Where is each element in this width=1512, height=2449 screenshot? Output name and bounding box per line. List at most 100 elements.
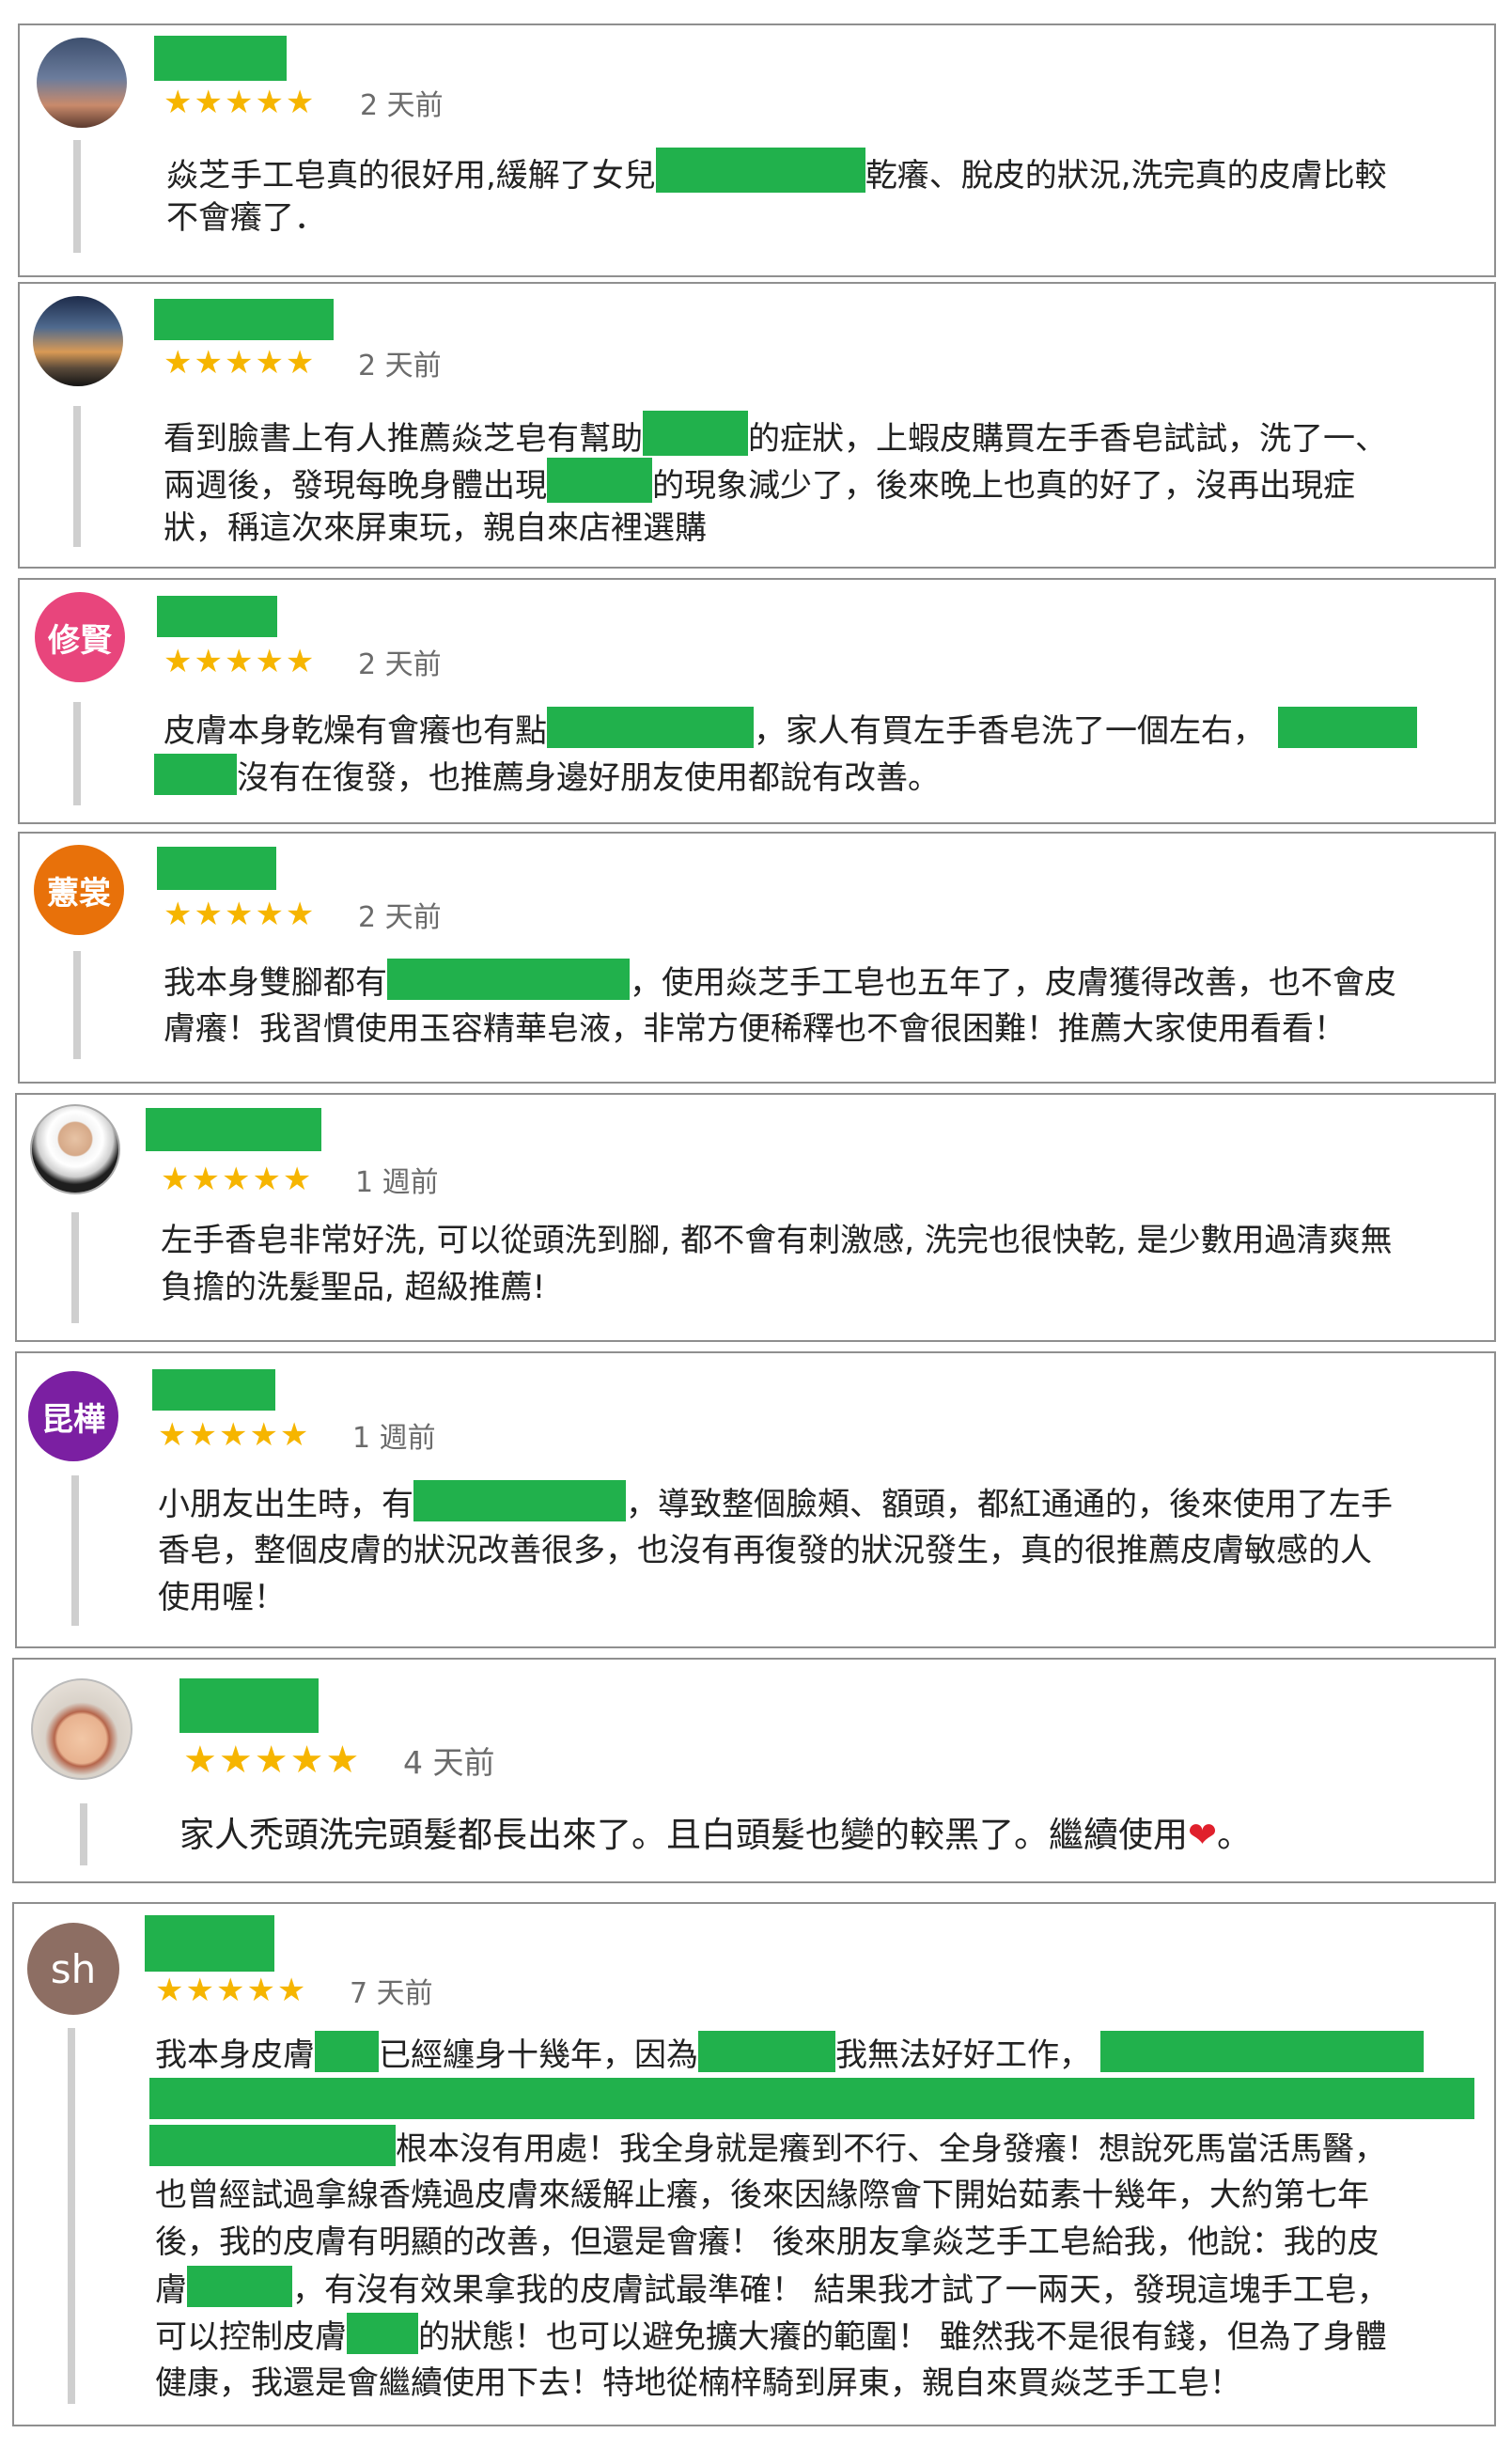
redaction (149, 2078, 1474, 2119)
text-segment: 使用喔！ (158, 1579, 286, 1616)
review-text: 我本身雙腳都有 ，使用焱芝手工皂也五年了，皮膚獲得改善，也不會皮 膚癢！我習慣使用… (164, 959, 1396, 1053)
review-quote-bar (80, 1803, 87, 1865)
text-segment: 香皂，整個皮膚的狀況改善很多，也沒有再復發的狀況發生，真的很推薦皮膚敏感的人 (158, 1532, 1372, 1569)
redaction (655, 148, 865, 193)
reviewer-name-redacted (154, 36, 287, 81)
text-segment: ，導致整個臉頰、額頭，都紅通通的，後來使用了左手 (626, 1486, 1393, 1523)
text-segment: 我本身皮膚 (155, 2036, 315, 2074)
reviewer-name-redacted (145, 1915, 274, 1972)
redaction (413, 1480, 626, 1521)
star-rating: ★★★★★ (155, 1972, 308, 2009)
review-quote-bar (73, 702, 81, 805)
text-segment: 家人禿頭洗完頭髮都長出來了。且白頭髮也變的較黑了。繼續使用 (179, 1815, 1188, 1855)
avatar-initials: 藼裳 (47, 874, 111, 913)
redaction (643, 411, 748, 456)
review-time: 2 天前 (360, 89, 444, 122)
text-segment: 小朋友出生時，有 (158, 1486, 413, 1523)
review-card: 藼裳 ★★★★★ 2 天前 我本身雙腳都有 ，使用焱芝手工皂也五年了，皮膚獲得改善… (18, 832, 1496, 1084)
text-segment: 不會癢了． (166, 199, 326, 237)
text-segment: ，家人有買左手香皂洗了一個左右， (754, 712, 1265, 750)
text-segment: 負擔的洗髮聖品, 超級推薦! (161, 1269, 546, 1306)
heart-icon: ❤ (1188, 1815, 1218, 1855)
reviewer-avatar[interactable]: 修賢 (35, 592, 125, 682)
avatar-initials: 昆樺 (41, 1400, 105, 1439)
star-rating: ★★★★★ (164, 84, 317, 121)
review-text: 小朋友出生時，有 ，導致整個臉頰、額頭，都紅通通的，後來使用了左手 香皂，整個皮膚… (158, 1480, 1393, 1621)
text-segment: 沒有在復發，也推薦身邊好朋友使用都說有改善。 (237, 759, 940, 797)
text-segment: ，使用焱芝手工皂也五年了，皮膚獲得改善，也不會皮 (630, 964, 1396, 1002)
text-segment: 我無法好好工作， (835, 2036, 1091, 2074)
review-card: ★★★★★ 4 天前 家人禿頭洗完頭髮都長出來了。且白頭髮也變的較黑了。繼續使用… (12, 1658, 1496, 1883)
redaction (347, 2313, 418, 2354)
reviewer-name-redacted (157, 596, 277, 637)
redaction (154, 754, 237, 795)
redaction (698, 2031, 835, 2072)
text-segment: 的症狀，上蝦皮購買左手香皂試試，洗了一、 (748, 420, 1387, 458)
reviewer-name-redacted (146, 1108, 321, 1151)
reviewer-name-redacted (157, 847, 276, 890)
review-time: 7 天前 (350, 1977, 433, 2010)
text-segment: 也曾經試過拿線香燒過皮膚來緩解止癢，後來因緣際會下開始茹素十幾年，大約第七年 (155, 2176, 1369, 2214)
text-segment: 皮膚本身乾燥有會癢也有點 (164, 712, 547, 750)
review-quote-bar (73, 951, 81, 1059)
star-rating: ★★★★★ (158, 1416, 311, 1454)
review-text: 我本身皮膚 已經纏身十幾年，因為 我無法好好工作， 根本沒有用處！我全身就是癢到不行… (149, 2031, 1474, 2407)
redaction (149, 2125, 396, 2166)
text-segment: 我本身雙腳都有 (164, 964, 387, 1002)
redaction (387, 959, 630, 1000)
text-segment: 。 (1217, 1815, 1253, 1855)
text-segment: 健康，我還是會繼續使用下去！特地從楠梓騎到屏東，親自來買焱芝手工皂！ (155, 2364, 1241, 2402)
review-quote-bar (71, 1475, 79, 1626)
redaction (547, 458, 652, 503)
text-segment: 根本沒有用處！我全身就是癢到不行、全身發癢！想說死馬當活馬醫， (396, 2130, 1386, 2168)
redaction (1278, 707, 1417, 748)
reviewer-name-redacted (152, 1369, 275, 1411)
text-segment: ，有沒有效果拿我的皮膚試最準確！ 結果我才試了一兩天，發現這塊手工皂， (292, 2271, 1389, 2309)
review-text: 焱芝手工皂真的很好用,緩解了女兒 乾癢、脫皮的狀況,洗完真的皮膚比較 不會癢了． (166, 148, 1387, 242)
review-card: ★★★★★ 1 週前 左手香皂非常好洗, 可以從頭洗到腳, 都不會有刺激感, 洗… (15, 1093, 1496, 1342)
text-segment: 的狀態！也可以避免擴大癢的範圍！ 雖然我不是很有錢，但為了身體 (418, 2318, 1387, 2356)
redaction (187, 2266, 292, 2307)
redaction (547, 707, 754, 748)
text-segment: 的現象減少了，後來晚上也真的好了，沒再出現症 (652, 467, 1355, 505)
review-quote-bar (71, 1212, 79, 1323)
text-segment: 焱芝手工皂真的很好用,緩解了女兒 (166, 157, 656, 195)
text-segment: 可以控制皮膚 (155, 2318, 347, 2356)
text-segment: 已經纏身十幾年，因為 (379, 2036, 698, 2074)
text-segment: 左手香皂非常好洗, 可以從頭洗到腳, 都不會有刺激感, 洗完也很快乾, 是少數用… (161, 1222, 1393, 1259)
reviewer-avatar[interactable] (37, 38, 127, 128)
review-time: 2 天前 (358, 350, 442, 382)
review-card: ★★★★★ 2 天前 看到臉書上有人推薦焱芝皂有幫助 的症狀，上蝦皮購買左手香皂試… (18, 282, 1496, 569)
reviewer-avatar[interactable] (33, 296, 123, 386)
text-segment: 看到臉書上有人推薦焱芝皂有幫助 (164, 420, 643, 458)
review-time: 1 週前 (352, 1422, 436, 1455)
text-segment: 乾癢、脫皮的狀況,洗完真的皮膚比較 (865, 157, 1387, 195)
star-rating: ★★★★★ (164, 896, 317, 933)
text-segment: 膚 (155, 2271, 187, 2309)
review-card: ★★★★★ 2 天前 焱芝手工皂真的很好用,緩解了女兒 乾癢、脫皮的狀況,洗完真的… (18, 23, 1496, 277)
review-quote-bar (68, 2028, 75, 2404)
reviewer-name-redacted (179, 1678, 319, 1733)
redaction (1100, 2031, 1424, 2072)
review-quote-bar (73, 140, 81, 253)
text-segment: 狀，稱這次來屏東玩，親自來店裡選購 (164, 509, 707, 547)
reviewer-avatar[interactable]: 藼裳 (34, 845, 124, 935)
review-text: 左手香皂非常好洗, 可以從頭洗到腳, 都不會有刺激感, 洗完也很快乾, 是少數用… (161, 1217, 1392, 1311)
reviewer-avatar[interactable] (31, 1678, 132, 1780)
review-card: sh ★★★★★ 7 天前 我本身皮膚 已經纏身十幾年，因為 我無法好好工作， 根本… (12, 1902, 1496, 2426)
avatar-initials: sh (50, 1945, 97, 1992)
review-card: 修賢 ★★★★★ 2 天前 皮膚本身乾燥有會癢也有點 ，家人有買左手香皂洗了一個左… (18, 578, 1496, 824)
review-text: 看到臉書上有人推薦焱芝皂有幫助 的症狀，上蝦皮購買左手香皂試試，洗了一、 兩週後，… (164, 411, 1387, 552)
review-time: 1 週前 (355, 1166, 439, 1199)
star-rating: ★★★★★ (164, 344, 317, 382)
review-time: 2 天前 (358, 648, 442, 681)
reviewer-name-redacted (154, 299, 334, 340)
reviewer-avatar[interactable]: sh (27, 1923, 119, 2015)
reviewer-avatar[interactable] (30, 1104, 120, 1194)
text-segment: 後，我的皮膚有明顯的改善，但還是會癢！ 後來朋友拿焱芝手工皂給我，他說：我的皮 (155, 2223, 1380, 2261)
review-card: 昆樺 ★★★★★ 1 週前 小朋友出生時，有 ，導致整個臉頰、額頭，都紅通通的，後… (15, 1351, 1496, 1648)
avatar-initials: 修賢 (48, 621, 112, 660)
star-rating: ★★★★★ (161, 1161, 314, 1198)
text-segment: 膚癢！我習慣使用玉容精華皂液，非常方便稀釋也不會很困難！推薦大家使用看看！ (164, 1010, 1346, 1048)
reviewer-avatar[interactable]: 昆樺 (28, 1371, 118, 1461)
